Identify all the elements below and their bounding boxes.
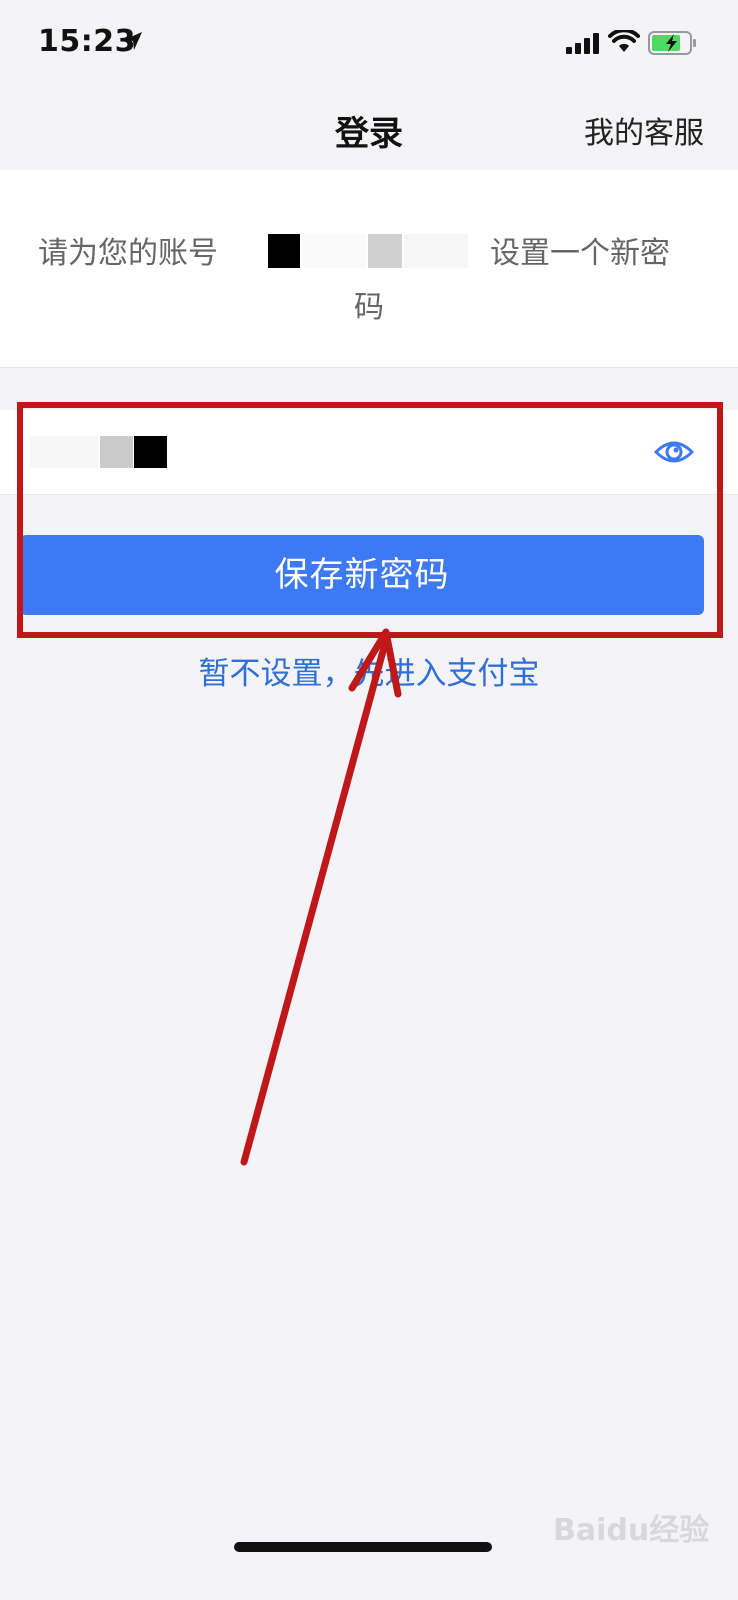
wifi-icon — [608, 30, 640, 52]
redacted-account — [404, 234, 468, 268]
annotation-highlight-box — [17, 402, 723, 638]
prompt-text-wrap: 码 — [354, 290, 384, 325]
home-indicator — [234, 1542, 492, 1552]
redacted-account — [302, 234, 366, 268]
prompt-card: 请为您的账号 设置一个新密 码 — [0, 170, 738, 368]
signal-icon — [566, 33, 599, 54]
location-arrow-icon — [124, 32, 142, 50]
nav-bar: 登录 我的客服 — [0, 88, 738, 170]
prompt-text-start: 请为您的账号 — [38, 236, 218, 271]
battery-charging-icon — [648, 31, 696, 55]
customer-service-link[interactable]: 我的客服 — [584, 108, 704, 152]
redacted-account — [368, 234, 402, 268]
baidu-watermark: Baidu经验 — [553, 1513, 710, 1548]
prompt-text-end: 设置一个新密 — [490, 236, 670, 271]
redacted-account — [268, 234, 300, 268]
skip-setup-link[interactable]: 暂不设置，先进入支付宝 — [0, 648, 738, 693]
status-bar: 15:23 — [0, 0, 738, 88]
